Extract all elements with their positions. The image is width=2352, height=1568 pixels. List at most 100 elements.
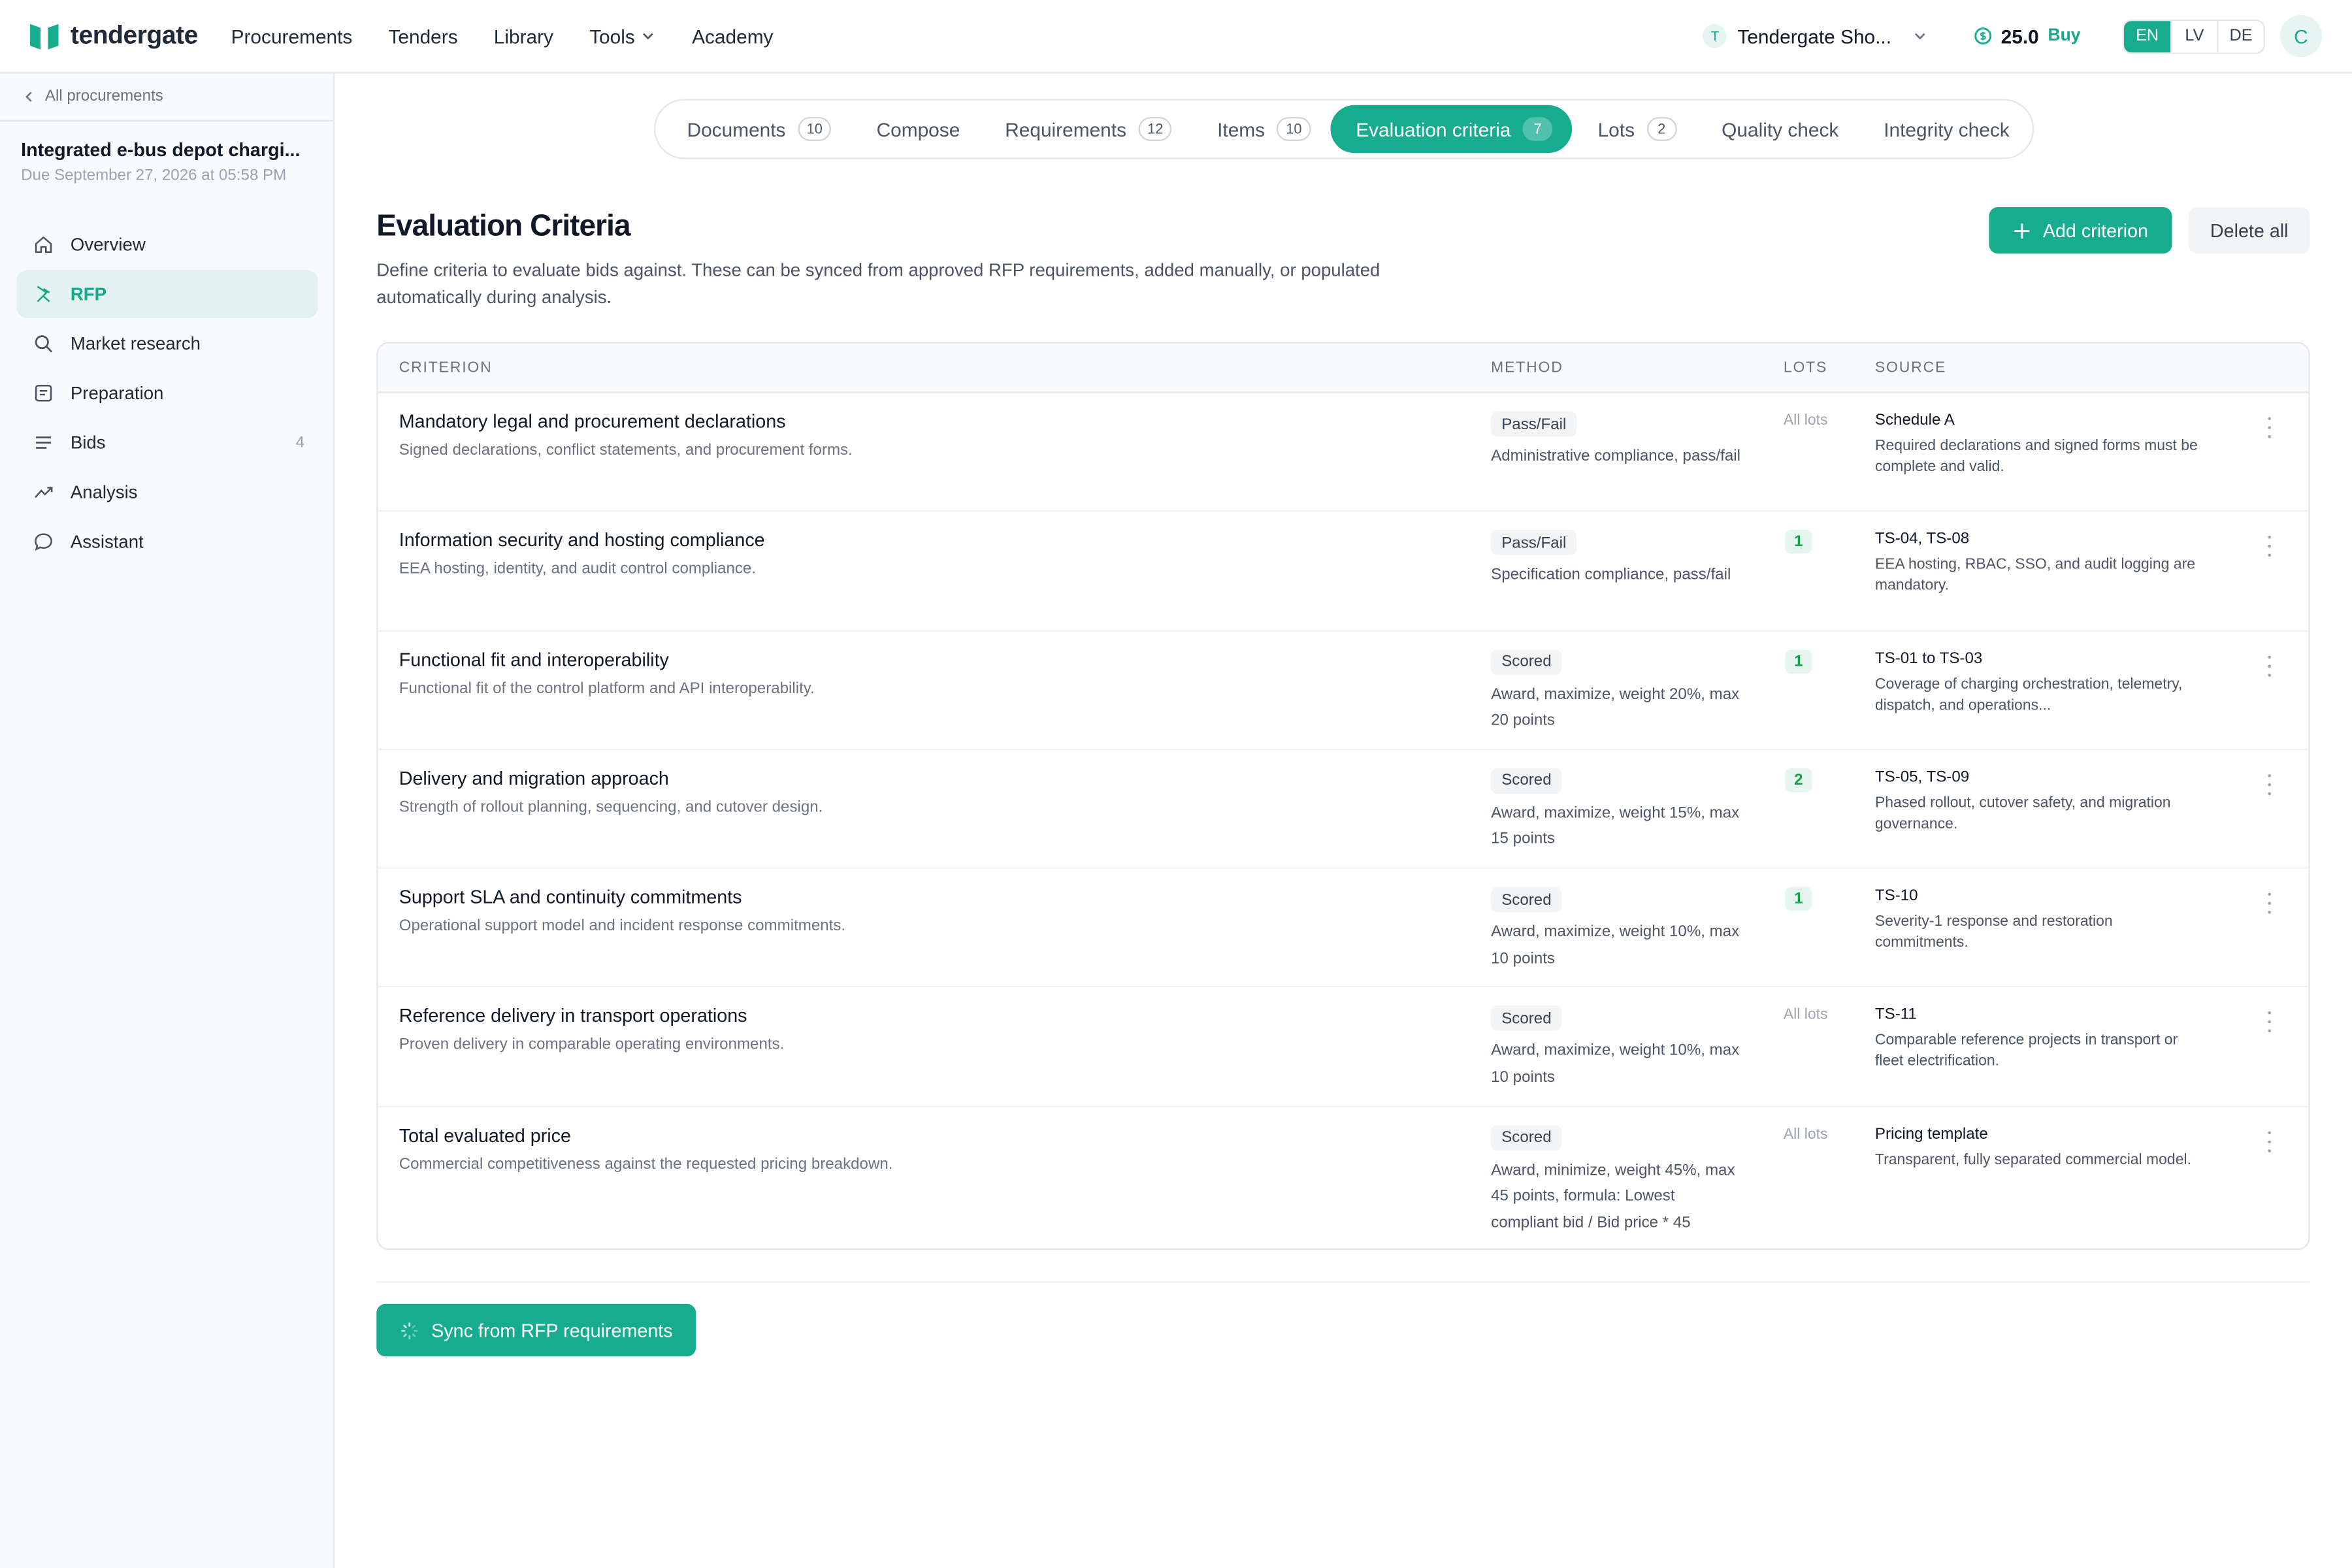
sidebar-item-market-research[interactable]: Market research xyxy=(16,319,318,367)
logo-icon xyxy=(29,23,59,49)
tab-quality-check[interactable]: Quality check xyxy=(1696,105,1858,153)
tab-requirements[interactable]: Requirements 12 xyxy=(979,105,1192,153)
tab-count: 10 xyxy=(797,117,832,141)
table-row: Mandatory legal and procurement declarat… xyxy=(378,393,2309,512)
sidebar-nav: Overview RFP Market research Preparation… xyxy=(16,221,318,568)
source-title: TS-05, TS-09 xyxy=(1874,768,1970,787)
row-menu-icon[interactable] xyxy=(2261,655,2279,676)
criterion-description: Strength of rollout planning, sequencing… xyxy=(399,798,823,817)
credits: 25.0 Buy xyxy=(1974,25,2080,47)
spinner-icon xyxy=(400,1322,417,1339)
add-criterion-button[interactable]: Add criterion xyxy=(1989,206,2172,254)
row-menu-icon[interactable] xyxy=(2261,1012,2279,1034)
criterion-title: Information security and hosting complia… xyxy=(399,530,765,551)
method-badge: Scored xyxy=(1491,887,1562,913)
sidebar-item-label: RFP xyxy=(70,284,107,305)
row-menu-icon[interactable] xyxy=(2261,536,2279,557)
criteria-table: CRITERION METHOD LOTS SOURCE Mandatory l… xyxy=(376,342,2310,1250)
nav-library[interactable]: Library xyxy=(494,25,553,47)
row-menu-icon[interactable] xyxy=(2261,1131,2279,1152)
brand-logo[interactable]: tendergate xyxy=(29,21,198,51)
sidebar-item-label: Analysis xyxy=(70,482,138,503)
add-criterion-label: Add criterion xyxy=(2042,220,2148,241)
sidebar-item-rfp[interactable]: RFP xyxy=(16,270,318,318)
credit-balance: 25.0 xyxy=(2001,24,2039,48)
method-badge: Pass/Fail xyxy=(1491,411,1577,437)
top-right-controls: T Tendergate Sho... 25.0 Buy EN LV DE C xyxy=(1703,0,2323,72)
list-icon xyxy=(33,432,54,453)
method-badge: Scored xyxy=(1491,768,1562,794)
source-description: Phased rollout, cutover safety, and migr… xyxy=(1874,794,2171,833)
sync-from-rfp-button[interactable]: Sync from RFP requirements xyxy=(376,1303,696,1357)
user-avatar[interactable]: C xyxy=(2279,14,2323,57)
nav-procurements[interactable]: Procurements xyxy=(231,25,353,47)
sidebar-divider xyxy=(0,120,333,122)
tab-compose[interactable]: Compose xyxy=(851,105,980,153)
lang-lv[interactable]: LV xyxy=(2170,20,2217,52)
row-menu-icon[interactable] xyxy=(2261,892,2279,915)
source-title: TS-11 xyxy=(1874,1005,1917,1024)
criterion-title: Functional fit and interoperability xyxy=(399,649,669,670)
lot-badge: 1 xyxy=(1785,649,1812,674)
row-menu-icon[interactable] xyxy=(2261,774,2279,795)
nav-label: Library xyxy=(493,24,554,48)
sidebar-item-assistant[interactable]: Assistant xyxy=(16,517,318,565)
bids-count: 4 xyxy=(295,433,305,452)
sidebar-item-label: Assistant xyxy=(70,531,144,553)
criterion-description: Functional fit of the control platform a… xyxy=(399,679,815,698)
method-badge: Scored xyxy=(1491,649,1562,675)
row-menu-icon[interactable] xyxy=(2261,417,2279,438)
criterion-title: Reference delivery in transport operatio… xyxy=(399,1005,747,1028)
lots-all: All lots xyxy=(1783,1007,1828,1024)
tab-label: Compose xyxy=(876,118,960,140)
nav-label: Procurements xyxy=(231,24,353,48)
sidebar-item-analysis[interactable]: Analysis xyxy=(16,468,318,516)
coin-icon xyxy=(1974,27,1992,45)
table-row: Information security and hosting complia… xyxy=(378,512,2309,631)
tab-integrity-check[interactable]: Integrity check xyxy=(1858,105,2029,153)
lang-en[interactable]: EN xyxy=(2124,20,2171,52)
criterion-title: Total evaluated price xyxy=(399,1124,571,1147)
lots-all: All lots xyxy=(1783,412,1828,429)
tab-label: Evaluation criteria xyxy=(1356,118,1511,140)
delete-all-button[interactable]: Delete all xyxy=(2188,206,2310,254)
lang-de[interactable]: DE xyxy=(2217,20,2263,52)
criterion-title: Support SLA and continuity commitments xyxy=(399,887,742,908)
tab-items[interactable]: Items 10 xyxy=(1192,105,1330,153)
trend-icon xyxy=(33,482,54,502)
sidebar-item-bids[interactable]: Bids 4 xyxy=(16,419,318,466)
preparation-icon xyxy=(33,383,54,404)
nav-academy[interactable]: Academy xyxy=(692,25,773,47)
nav-label: Academy xyxy=(692,24,774,48)
criterion-description: EEA hosting, identity, and audit control… xyxy=(399,560,757,578)
app-root: tendergate Procurements Tenders Library … xyxy=(0,0,2352,1568)
column-source: SOURCE xyxy=(1874,360,1947,377)
sidebar: All procurements Integrated e-bus depot … xyxy=(0,73,335,1568)
top-bar: tendergate Procurements Tenders Library … xyxy=(0,0,2352,74)
buy-credits-link[interactable]: Buy xyxy=(2048,27,2081,45)
sidebar-item-preparation[interactable]: Preparation xyxy=(16,369,318,417)
nav-label: Tools xyxy=(589,24,635,48)
tab-documents[interactable]: Documents 10 xyxy=(662,105,851,153)
nav-tools[interactable]: Tools xyxy=(589,25,656,47)
tab-label: Requirements xyxy=(1005,118,1127,140)
tab-lots[interactable]: Lots 2 xyxy=(1573,105,1697,153)
source-description: Severity-1 response and restoration comm… xyxy=(1874,914,2113,952)
back-link[interactable]: All procurements xyxy=(22,87,163,105)
criterion-description: Signed declarations, conflict statements… xyxy=(399,441,853,459)
org-switcher[interactable]: T Tendergate Sho... xyxy=(1703,24,1929,48)
rfp-icon xyxy=(33,284,54,304)
chevron-down-icon xyxy=(643,33,654,40)
project-title: Integrated e-bus depot chargi... xyxy=(21,139,301,161)
source-title: Schedule A xyxy=(1874,411,1955,429)
tab-evaluation-criteria[interactable]: Evaluation criteria 7 xyxy=(1330,105,1573,154)
nav-tenders[interactable]: Tenders xyxy=(388,25,457,47)
sidebar-item-overview[interactable]: Overview xyxy=(16,221,318,269)
tab-label: Items xyxy=(1217,118,1266,140)
table-row: Reference delivery in transport operatio… xyxy=(378,988,2309,1107)
plus-icon xyxy=(2014,223,2030,238)
chevron-down-icon xyxy=(1914,33,1925,40)
table-row: Support SLA and continuity commitments Op… xyxy=(378,869,2309,988)
brand-name: tendergate xyxy=(70,21,198,50)
sidebar-item-label: Bids xyxy=(70,432,106,453)
